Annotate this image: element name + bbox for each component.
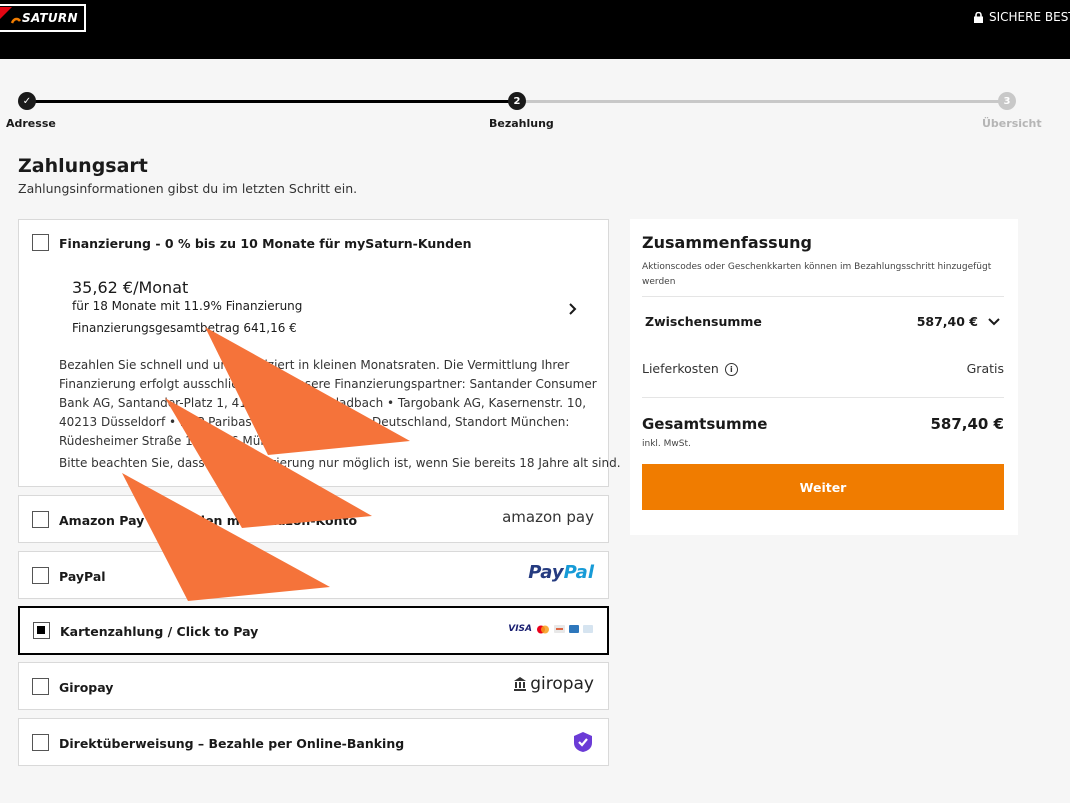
- page-title: Zahlungsart: [18, 155, 148, 177]
- giropay-checkbox[interactable]: [32, 678, 49, 695]
- total-label: Gesamtsumme: [642, 415, 768, 433]
- secure-checkout: SICHERE BEST: [974, 10, 1070, 24]
- mastercard-icon: [537, 625, 549, 633]
- saturn-logo[interactable]: SATURN: [0, 4, 86, 32]
- paypal-brand-a: Pay: [528, 562, 564, 583]
- secure-text: SICHERE BEST: [989, 10, 1070, 24]
- lock-icon: [974, 11, 983, 23]
- vat-note: inkl. MwSt.: [642, 439, 691, 449]
- paypal-logo-icon: PayPal: [528, 562, 594, 583]
- financing-offer[interactable]: 35,62 €/Monat für 18 Monate mit 11.9% Fi…: [72, 278, 302, 335]
- divider: [642, 397, 1004, 398]
- giropay-logo-icon: giropay: [514, 674, 594, 694]
- top-bar: SATURN SICHERE BEST: [0, 0, 1070, 59]
- page-subtitle: Zahlungsinformationen gibst du im letzte…: [18, 181, 358, 196]
- shipping-row: Lieferkosten i Gratis: [642, 361, 1004, 376]
- payment-option-direct-transfer[interactable]: Direktüberweisung – Bezahle per Online-B…: [18, 718, 609, 766]
- payment-option-giropay[interactable]: Giropay giropay: [18, 662, 609, 710]
- other-card-icon: [583, 625, 593, 633]
- total-value: 587,40 €: [930, 415, 1004, 433]
- shipping-label: Lieferkosten: [642, 361, 719, 376]
- paypal-title: PayPal: [59, 569, 106, 584]
- card-payment-checkbox[interactable]: [33, 622, 50, 639]
- subtotal-value: 587,40 €: [916, 314, 978, 329]
- total-row: Gesamtsumme 587,40 €: [642, 415, 1004, 433]
- giropay-brand-text: giropay: [530, 674, 594, 694]
- logo-text: SATURN: [22, 11, 78, 25]
- amazon-pay-checkbox[interactable]: [32, 511, 49, 528]
- financing-monthly-amount: 35,62 €/Monat: [72, 278, 189, 297]
- direct-transfer-title: Direktüberweisung – Bezahle per Online-B…: [59, 736, 405, 751]
- amazon-pay-logo-icon: amazon pay: [502, 508, 594, 526]
- giropay-title: Giropay: [59, 680, 114, 695]
- financing-total: Finanzierungsgesamtbetrag 641,16 €: [72, 321, 297, 335]
- step-bezahlung-label: Bezahlung: [489, 117, 554, 130]
- amex-icon: [569, 625, 579, 633]
- paypal-brand-b: Pal: [563, 562, 594, 583]
- subtotal-label: Zwischensumme: [645, 314, 762, 329]
- continue-button[interactable]: Weiter: [642, 464, 1004, 510]
- visa-text: VISA: [508, 624, 532, 634]
- saturn-logo-mark-icon: [0, 7, 22, 29]
- card-logos-icon: VISA: [508, 624, 593, 634]
- maestro-icon: [554, 625, 565, 633]
- step-bezahlung-dot: 2: [508, 92, 526, 110]
- payment-option-card[interactable]: Kartenzahlung / Click to Pay VISA: [18, 606, 609, 655]
- direct-transfer-logo-icon: [572, 731, 594, 757]
- bank-icon: [514, 677, 527, 691]
- divider: [642, 296, 1004, 297]
- payment-option-amazon-pay[interactable]: Amazon Pay - Bezahlen mit Amazon-Konto a…: [18, 495, 609, 543]
- step-uebersicht-dot: 3: [998, 92, 1016, 110]
- direct-transfer-checkbox[interactable]: [32, 734, 49, 751]
- step-adresse-label[interactable]: Adresse: [6, 117, 56, 130]
- summary-title: Zusammenfassung: [642, 233, 812, 252]
- subtotal-row[interactable]: Zwischensumme 587,40 €: [642, 314, 1004, 329]
- step-adresse-dot[interactable]: ✓: [18, 92, 36, 110]
- financing-description: Bezahlen Sie schnell und unkompliziert i…: [59, 358, 597, 448]
- amazon-pay-title: Amazon Pay - Bezahlen mit Amazon-Konto: [59, 513, 358, 528]
- summary-hint: Aktionscodes oder Geschenkkarten können …: [642, 262, 992, 287]
- info-icon[interactable]: i: [724, 363, 738, 376]
- chevron-down-icon[interactable]: [988, 317, 1000, 326]
- chevron-right-icon[interactable]: [567, 300, 577, 319]
- order-summary: Zusammenfassung Aktionscodes oder Gesche…: [630, 219, 1018, 535]
- step-line-done: [27, 100, 517, 103]
- card-payment-title: Kartenzahlung / Click to Pay: [60, 624, 259, 639]
- step-line-pending: [517, 100, 1007, 103]
- step-uebersicht-label: Übersicht: [982, 117, 1042, 130]
- paypal-checkbox[interactable]: [32, 567, 49, 584]
- shipping-value: Gratis: [966, 361, 1004, 376]
- financing-title: Finanzierung - 0 % bis zu 10 Monate für …: [59, 236, 472, 251]
- payment-option-paypal[interactable]: PayPal PayPal: [18, 551, 609, 599]
- financing-age-note: Bitte beachten Sie, dass eine Finanzieru…: [59, 456, 621, 470]
- checkout-stepper: ✓ 2 3 Adresse Bezahlung Übersicht: [0, 60, 1070, 140]
- financing-checkbox[interactable]: [32, 234, 49, 251]
- amazon-pay-brand-text: amazon pay: [502, 508, 594, 526]
- payment-option-financing[interactable]: Finanzierung - 0 % bis zu 10 Monate für …: [18, 219, 621, 487]
- financing-term: für 18 Monate mit 11.9% Finanzierung: [72, 299, 303, 313]
